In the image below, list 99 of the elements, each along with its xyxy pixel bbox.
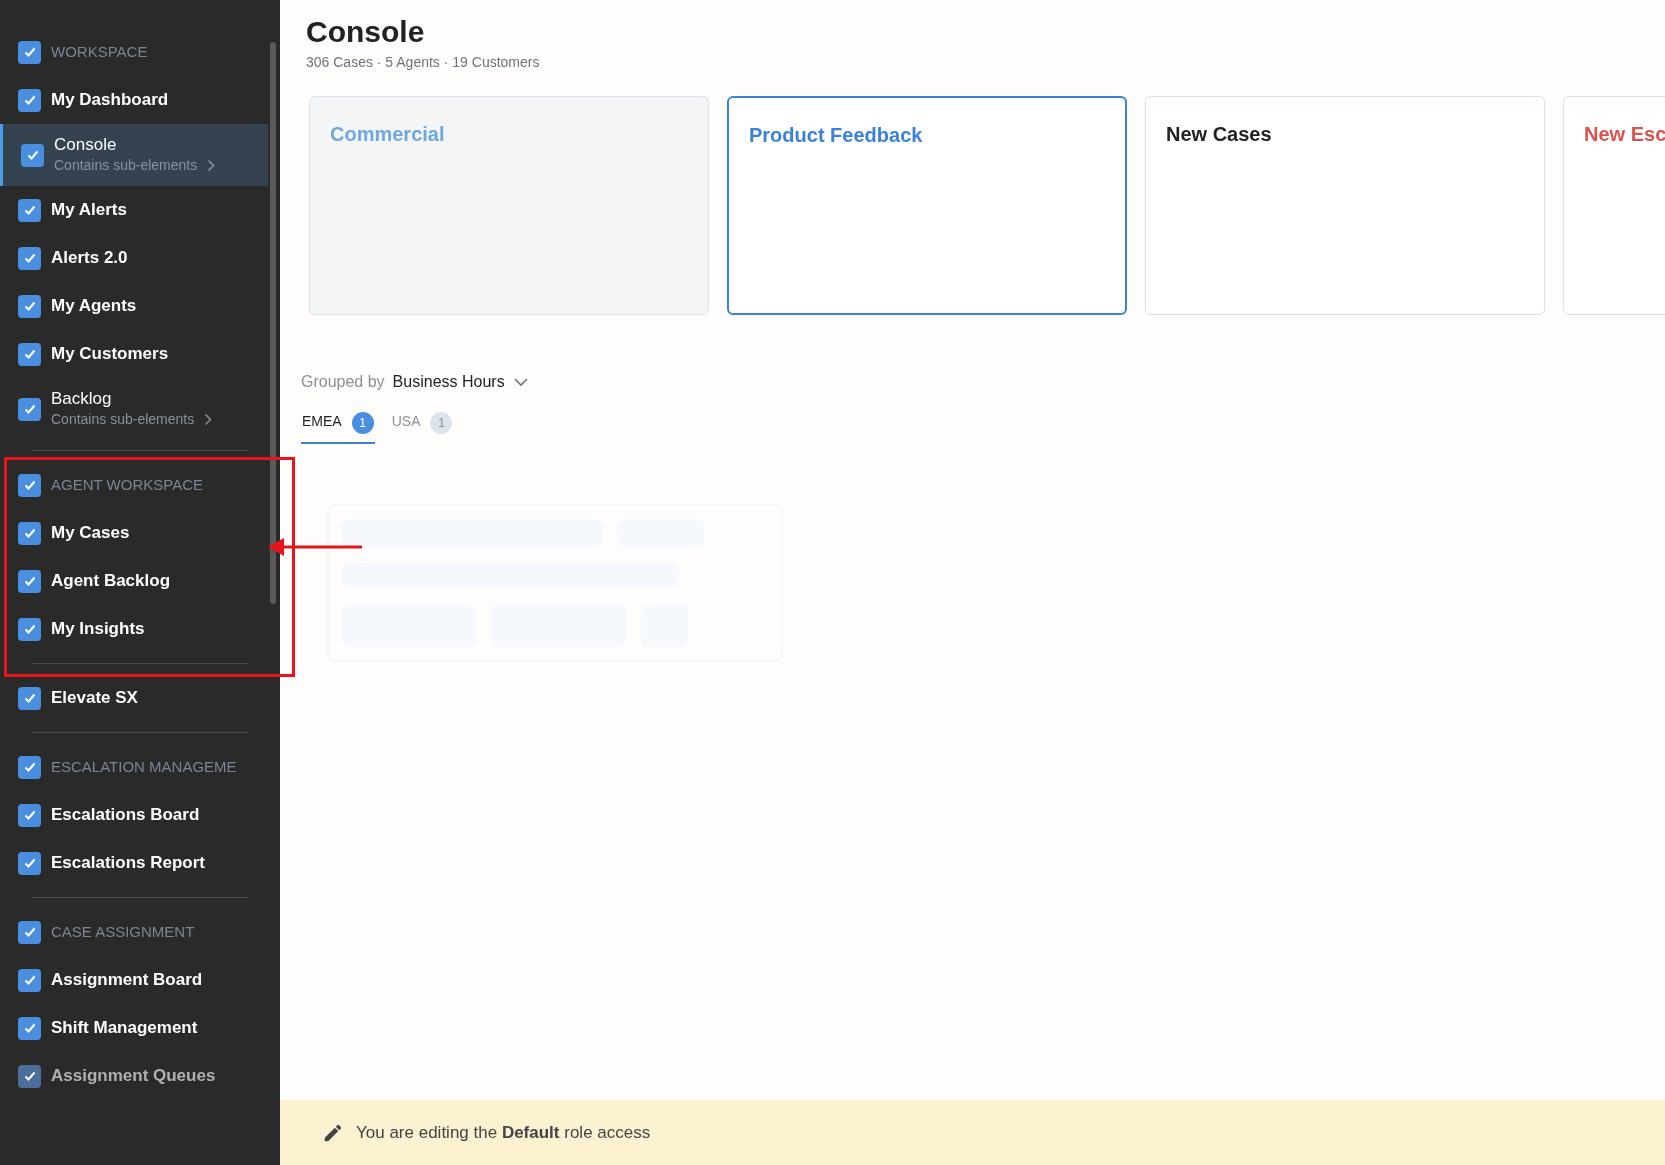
checkbox[interactable] [18,342,41,366]
item-label: Elevate SX [51,687,138,710]
queue-card[interactable]: New Esc [1563,96,1665,315]
check-icon [22,574,37,588]
sidebar-item[interactable]: My Insights [0,605,268,653]
card-title: Commercial [330,123,445,145]
item-label: My Dashboard [51,89,169,112]
sidebar-item[interactable]: My Agents [0,282,268,330]
item-label: CASE ASSIGNMENT [51,921,195,942]
checkbox[interactable] [18,246,41,270]
item-label: Escalations Board [51,804,200,827]
chevron-right-icon [204,412,213,426]
scrollbar[interactable] [270,42,276,604]
check-icon [22,622,37,636]
queue-card[interactable]: New Cases [1145,96,1545,315]
item-label: My Agents [51,295,137,318]
checkbox[interactable] [18,755,41,779]
sidebar-item[interactable]: Assignment Board [0,956,268,1004]
item-label: Shift Management [51,1017,198,1040]
checkbox[interactable] [18,968,41,992]
item-label: My Customers [51,343,169,366]
item-label: My Alerts [51,199,127,222]
count-badge: 1 [430,412,453,434]
checkbox[interactable] [18,1016,41,1040]
region-tab[interactable]: EMEA 1 [301,408,375,444]
checkbox[interactable] [18,198,41,222]
count-badge: 1 [351,412,374,434]
checkbox[interactable] [18,569,41,593]
check-icon [22,1021,37,1035]
checkbox[interactable] [18,920,41,944]
checkbox[interactable] [18,851,41,875]
edit-notice: You are editing the Default role access [356,1121,651,1144]
item-label: Backlog [51,388,113,409]
item-label: Console [54,134,118,155]
card-title: Product Feedback [749,124,923,146]
section-header[interactable]: AGENT WORKSPACE [0,461,268,509]
check-icon [22,856,37,870]
item-label: Agent Backlog [51,570,171,593]
check-icon [22,691,37,705]
sidebar-item[interactable]: My Alerts [0,186,268,234]
sidebar-item[interactable]: Escalations Report [0,839,268,887]
sidebar-item[interactable]: Alerts 2.0 [0,234,268,282]
check-icon [22,760,37,774]
section-header[interactable]: CASE ASSIGNMENT [0,908,268,956]
sidebar-item[interactable]: Escalations Board [0,791,268,839]
sidebar-item[interactable]: My Cases [0,509,268,557]
checkbox[interactable] [18,397,41,421]
checkbox[interactable] [18,88,41,112]
item-label: Alerts 2.0 [51,247,128,270]
checkbox[interactable] [18,803,41,827]
check-icon [22,526,37,540]
sidebar-item[interactable]: Elevate SX [0,674,268,722]
checkbox[interactable] [21,143,44,167]
grouped-by-label: Grouped by [301,372,385,392]
check-icon [22,402,37,416]
item-label: AGENT WORKSPACE [51,474,203,495]
check-icon [25,148,40,162]
sidebar-item[interactable]: My Dashboard [0,76,268,124]
section-header[interactable]: ESCALATION MANAGEME [0,743,268,791]
chevron-right-icon [207,158,216,172]
queue-card[interactable]: Product Feedback [727,96,1127,315]
sidebar-item[interactable]: Agent Backlog [0,557,268,605]
check-icon [22,299,37,313]
item-label: Escalations Report [51,852,205,875]
card-title: New Esc [1584,123,1665,145]
item-subtitle: Contains sub-elements [54,155,198,175]
checkbox[interactable] [18,686,41,710]
check-icon [22,251,37,265]
page-subtitle: 306 Cases · 5 Agents · 19 Customers [306,54,540,70]
page-title: Console [306,14,425,50]
item-subtitle: Contains sub-elements [51,409,195,429]
checkbox[interactable] [18,294,41,318]
checkbox[interactable] [18,40,41,64]
item-label: Assignment Board [51,969,203,992]
item-label: My Cases [51,522,130,545]
check-icon [22,925,37,939]
card-title: New Cases [1166,123,1272,145]
checkbox[interactable] [18,617,41,641]
sidebar-item[interactable]: Backlog Contains sub-elements [0,378,268,440]
check-icon [22,347,37,361]
sidebar-item[interactable]: Shift Management [0,1004,268,1052]
chevron-down-icon [512,377,529,387]
checkbox[interactable] [18,521,41,545]
section-header[interactable]: WORKSPACE [0,28,268,76]
check-icon [22,45,37,59]
check-icon [22,808,37,822]
check-icon [22,203,37,217]
item-label: WORKSPACE [51,41,148,62]
check-icon [22,478,37,492]
sidebar-item[interactable]: My Customers [0,330,268,378]
item-label: ESCALATION MANAGEME [51,756,237,777]
item-label: Assignment Queues [51,1065,216,1088]
grouping-dropdown[interactable]: Business Hours [392,370,529,394]
item-label: My Insights [51,618,145,641]
check-icon [22,1069,37,1083]
check-icon [22,93,37,107]
checkbox[interactable] [18,473,41,497]
check-icon [22,973,37,987]
sidebar-item[interactable]: Console Contains sub-elements [0,124,268,186]
